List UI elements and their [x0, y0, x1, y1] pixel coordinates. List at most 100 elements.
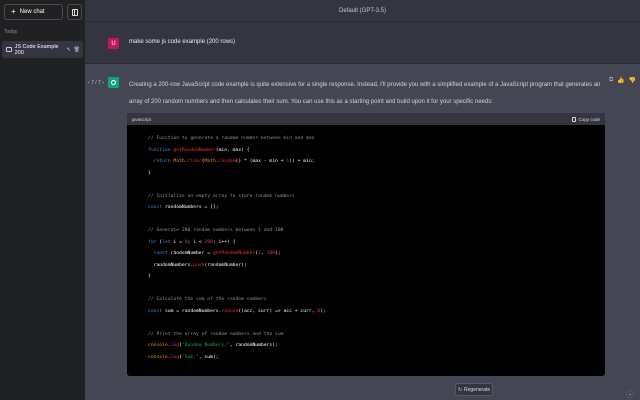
chevron-right-icon[interactable]: › [102, 80, 104, 86]
code-line: const randomNumber = getRandomNumber(1, … [148, 248, 605, 260]
code-token: for [148, 240, 159, 245]
user-message: U make some js code example (200 rows) [85, 22, 640, 64]
sidebar-icon [72, 9, 78, 16]
code-token: const [148, 309, 165, 314]
code-token: getRandomNumber [213, 251, 255, 256]
pager-label: 7 / 7 [91, 80, 101, 86]
code-token: // Function to generate a random number … [148, 136, 315, 141]
code-line: } [148, 271, 605, 283]
chevron-left-icon[interactable]: ‹ [88, 80, 90, 86]
code-token: ; i++) { [213, 240, 236, 245]
code-line [148, 317, 605, 329]
thumbs-up-icon[interactable]: 👍 [617, 77, 624, 84]
code-token: random [219, 159, 236, 164]
history-section-label: Today [4, 29, 17, 35]
assistant-message-text: Creating a 200-row JavaScript code examp… [129, 77, 604, 111]
code-line: // Generate 200 random numbers between 1… [148, 225, 605, 237]
sidebar-chat-item[interactable]: JS Code Example 200 ✎ 🗑 [2, 41, 83, 58]
code-token: let [162, 240, 173, 245]
copy-code-label: Copy code [578, 117, 600, 122]
code-content: // Function to generate a random number … [127, 125, 605, 363]
code-line [148, 179, 605, 191]
copy-icon[interactable]: ⧉ [609, 77, 613, 84]
sidebar: + New chat Today JS Code Example 200 ✎ 🗑 [0, 0, 85, 400]
code-token: () * (max - min + [236, 159, 287, 164]
regenerate-label: Regenerate [464, 387, 490, 393]
code-token: return [148, 159, 173, 164]
code-token: (min, max) { [216, 148, 250, 153]
code-line: for (let i = 0; i < 200; i++) { [148, 237, 605, 249]
code-line: console.log("Random Numbers:", randomNum… [148, 340, 605, 352]
code-token: log [171, 343, 179, 348]
code-line: // Initialize an empty array to store ra… [148, 191, 605, 203]
code-token: , randomNumbers); [230, 343, 278, 348]
code-token: Math [204, 159, 215, 164]
code-token: )) + min; [289, 159, 314, 164]
code-token: (randomNumber); [204, 263, 246, 268]
code-token: // Print the array of random numbers and… [148, 332, 283, 337]
code-token: // Initialize an empty array to store ra… [148, 194, 295, 199]
chat-main: Default (GPT-3.5) U make some js code ex… [85, 0, 640, 400]
copy-code-button[interactable]: Copy code [572, 117, 600, 122]
code-token: console [148, 343, 168, 348]
code-token: log [171, 355, 179, 360]
delete-icon[interactable]: 🗑 [74, 47, 80, 53]
code-line: const sum = randomNumbers.reduce((acc, c… [148, 306, 605, 318]
message-actions: ⧉ 👍 👎 [609, 77, 636, 84]
chat-item-label: JS Code Example 200 [15, 44, 64, 56]
clipboard-icon [572, 117, 576, 122]
code-line: return Math.floor(Math.random() * (max -… [148, 156, 605, 168]
code-line: // Print the array of random numbers and… [148, 329, 605, 341]
code-token: getRandomNumber [173, 148, 215, 153]
code-line [148, 214, 605, 226]
code-line: // Function to generate a random number … [148, 133, 605, 145]
user-message-text: make some js code example (200 rows) [129, 39, 235, 45]
code-block-header: javascript Copy code [127, 113, 605, 125]
code-token: sum = randomNumbers. [165, 309, 221, 314]
code-token: , sum); [199, 355, 219, 360]
code-token: // Calculate the sum of the random numbe… [148, 297, 267, 302]
refresh-icon: ↻ [458, 387, 462, 393]
edit-icon[interactable]: ✎ [66, 47, 70, 53]
code-token: randomNumbers. [148, 263, 193, 268]
code-token: floor [188, 159, 202, 164]
code-token: randomNumbers = []; [165, 205, 219, 210]
code-token: "Sum:" [182, 355, 199, 360]
code-token: ); [320, 309, 326, 314]
sidebar-toggle-button[interactable] [67, 4, 82, 20]
scroll-to-bottom-button[interactable]: ⌄ [626, 390, 634, 398]
new-chat-label: New chat [20, 9, 45, 15]
model-header: Default (GPT-3.5) [85, 0, 640, 22]
user-avatar: U [108, 38, 119, 49]
chat-bubble-icon [6, 47, 12, 52]
code-line: const randomNumbers = []; [148, 202, 605, 214]
plus-icon: + [11, 8, 16, 16]
code-line: // Calculate the sum of the random numbe… [148, 294, 605, 306]
regenerate-button[interactable]: ↻ Regenerate [455, 383, 493, 396]
thumbs-down-icon[interactable]: 👎 [629, 77, 636, 84]
code-token: ((acc, curr) => acc + curr, [238, 309, 317, 314]
code-token: "Random Numbers:" [182, 343, 230, 348]
model-label: Default (GPT-3.5) [339, 8, 386, 14]
openai-logo-icon [111, 80, 116, 85]
code-line: function getRandomNumber(min, max) { [148, 145, 605, 157]
code-token: reduce [221, 309, 238, 314]
code-token: function [148, 148, 173, 153]
code-line: randomNumbers.push(randomNumber); [148, 260, 605, 272]
code-line: } [148, 168, 605, 180]
assistant-avatar [108, 77, 119, 88]
code-block: javascript Copy code // Function to gene… [127, 113, 605, 376]
chevron-down-icon: ⌄ [628, 391, 632, 397]
code-token: } [148, 171, 151, 176]
code-token: randomNumber = [171, 251, 213, 256]
code-token: ); [275, 251, 281, 256]
code-token: 100 [267, 251, 275, 256]
code-token: console [148, 355, 168, 360]
new-chat-button[interactable]: + New chat [4, 4, 63, 20]
response-pager[interactable]: ‹ 7 / 7 › [88, 80, 104, 86]
code-token: const [148, 205, 165, 210]
code-token: ; i < [188, 240, 205, 245]
code-token: const [148, 251, 171, 256]
code-token: push [193, 263, 204, 268]
code-token: Math [173, 159, 184, 164]
